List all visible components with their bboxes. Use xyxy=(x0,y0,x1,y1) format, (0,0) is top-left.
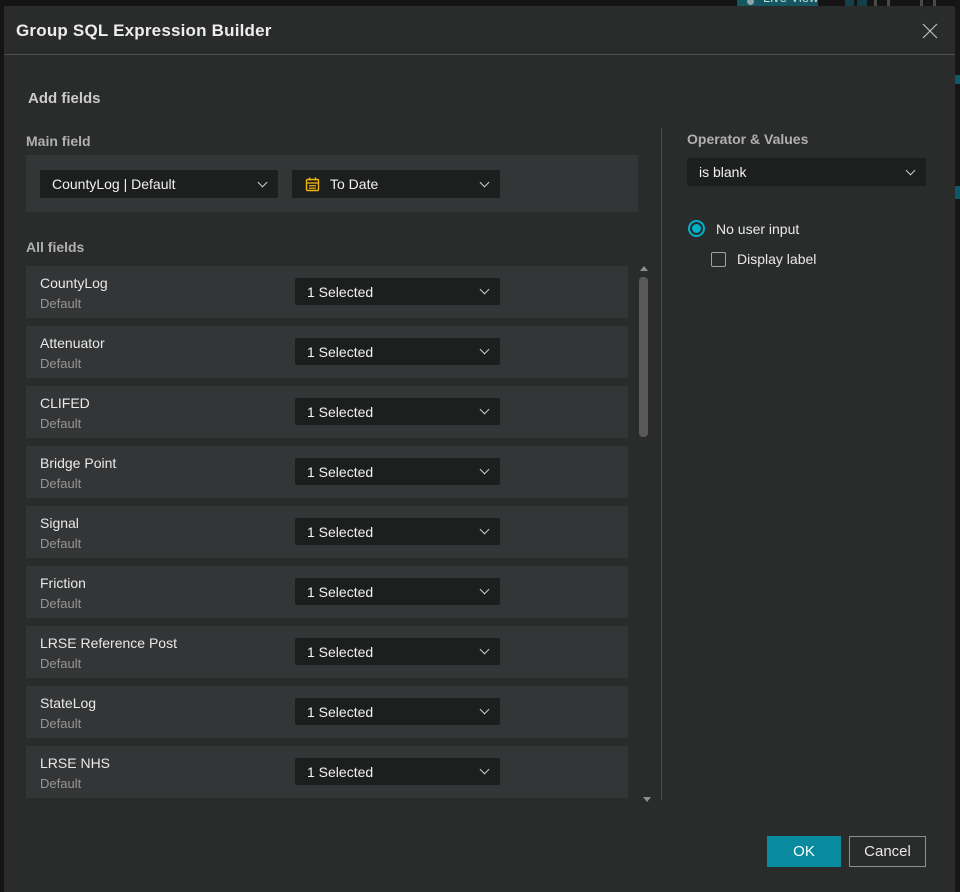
close-icon xyxy=(922,23,938,39)
field-subtitle: Default xyxy=(40,656,82,671)
panel-divider xyxy=(661,128,662,800)
chevron-down-icon xyxy=(479,644,490,655)
field-row: LRSE NHS Default 1 Selected xyxy=(26,746,628,798)
calendar-icon xyxy=(304,176,321,193)
group-sql-expression-builder-dialog: Group SQL Expression Builder Add fields … xyxy=(4,6,955,892)
field-name: Signal xyxy=(40,515,79,531)
chevron-down-icon xyxy=(479,764,490,775)
chevron-down-icon xyxy=(257,177,268,187)
field-row: Friction Default 1 Selected xyxy=(26,566,628,618)
radio-button[interactable] xyxy=(688,220,705,237)
field-selection-value: 1 Selected xyxy=(307,403,374,420)
chevron-down-icon xyxy=(479,344,490,355)
field-name: Attenuator xyxy=(40,335,105,351)
field-name: CountyLog xyxy=(40,275,108,291)
date-type-select-value: To Date xyxy=(330,176,379,192)
field-row: Attenuator Default 1 Selected xyxy=(26,326,628,378)
field-subtitle: Default xyxy=(40,716,82,731)
scroll-up-icon[interactable] xyxy=(640,266,648,271)
operator-values-label: Operator & Values xyxy=(687,131,809,147)
cancel-button[interactable]: Cancel xyxy=(849,836,926,867)
field-selection-dropdown[interactable]: 1 Selected xyxy=(295,518,500,545)
main-field-label: Main field xyxy=(26,133,91,149)
field-subtitle: Default xyxy=(40,356,82,371)
field-row: CountyLog Default 1 Selected xyxy=(26,266,628,318)
display-label-checkbox[interactable] xyxy=(711,251,726,267)
field-selection-dropdown[interactable]: 1 Selected xyxy=(295,398,500,425)
field-selection-dropdown[interactable]: 1 Selected xyxy=(295,338,500,365)
live-view-dot-icon xyxy=(747,0,754,5)
ok-button[interactable]: OK xyxy=(767,836,841,867)
background-right-edge xyxy=(955,0,960,892)
scrollbar-thumb[interactable] xyxy=(639,277,648,437)
close-button[interactable] xyxy=(919,20,941,42)
field-name: Friction xyxy=(40,575,86,591)
field-selection-dropdown[interactable]: 1 Selected xyxy=(295,578,500,605)
no-user-input-label: No user input xyxy=(716,220,800,237)
main-field-select-value: CountyLog | Default xyxy=(52,176,176,192)
field-selection-dropdown[interactable]: 1 Selected xyxy=(295,638,500,665)
all-fields-list: CountyLog Default 1 Selected Attenuator … xyxy=(26,266,628,806)
display-label-text: Display label xyxy=(737,251,817,267)
date-type-select[interactable]: To Date xyxy=(292,170,500,198)
field-selection-value: 1 Selected xyxy=(307,463,374,480)
background-edge-fragment xyxy=(955,75,960,84)
chevron-down-icon xyxy=(479,404,490,415)
field-selection-value: 1 Selected xyxy=(307,763,374,780)
chevron-down-icon xyxy=(479,584,490,595)
field-subtitle: Default xyxy=(40,596,82,611)
field-row: Signal Default 1 Selected xyxy=(26,506,628,558)
field-row: StateLog Default 1 Selected xyxy=(26,686,628,738)
background-edge-fragment xyxy=(955,186,960,199)
field-name: StateLog xyxy=(40,695,97,711)
chevron-down-icon xyxy=(479,284,490,295)
field-row: Bridge Point Default 1 Selected xyxy=(26,446,628,498)
display-label-checkbox-row[interactable]: Display label xyxy=(711,251,816,267)
fields-scrollbar[interactable] xyxy=(637,264,653,804)
field-selection-value: 1 Selected xyxy=(307,283,374,300)
main-field-panel: CountyLog | Default To Date xyxy=(26,155,638,212)
field-name: CLIFED xyxy=(40,395,90,411)
all-fields-label: All fields xyxy=(26,239,85,255)
field-subtitle: Default xyxy=(40,776,82,791)
operator-select-value: is blank xyxy=(699,164,747,180)
field-selection-dropdown[interactable]: 1 Selected xyxy=(295,698,500,725)
field-subtitle: Default xyxy=(40,536,82,551)
dialog-title: Group SQL Expression Builder xyxy=(16,21,272,40)
main-field-select[interactable]: CountyLog | Default xyxy=(40,170,278,198)
chevron-down-icon xyxy=(479,524,490,535)
field-selection-value: 1 Selected xyxy=(307,703,374,720)
field-name: Bridge Point xyxy=(40,455,117,471)
field-row: LRSE Reference Post Default 1 Selected xyxy=(26,626,628,678)
no-user-input-radio-row[interactable]: No user input xyxy=(688,220,799,237)
dialog-titlebar: Group SQL Expression Builder xyxy=(4,6,955,55)
chevron-down-icon xyxy=(479,177,490,187)
add-fields-heading: Add fields xyxy=(28,90,101,107)
operator-select[interactable]: is blank xyxy=(687,158,926,186)
chevron-down-icon xyxy=(479,704,490,715)
field-subtitle: Default xyxy=(40,416,82,431)
field-selection-dropdown[interactable]: 1 Selected xyxy=(295,758,500,785)
field-subtitle: Default xyxy=(40,476,82,491)
chevron-down-icon xyxy=(905,165,916,175)
field-subtitle: Default xyxy=(40,296,82,311)
field-selection-dropdown[interactable]: 1 Selected xyxy=(295,278,500,305)
scroll-down-icon[interactable] xyxy=(643,797,651,802)
field-selection-value: 1 Selected xyxy=(307,523,374,540)
field-row: CLIFED Default 1 Selected xyxy=(26,386,628,438)
live-view-label: Live View xyxy=(763,0,818,5)
chevron-down-icon xyxy=(479,464,490,475)
field-selection-value: 1 Selected xyxy=(307,343,374,360)
field-name: LRSE Reference Post xyxy=(40,635,177,651)
field-selection-value: 1 Selected xyxy=(307,583,374,600)
field-selection-value: 1 Selected xyxy=(307,643,374,660)
field-name: LRSE NHS xyxy=(40,755,111,771)
field-selection-dropdown[interactable]: 1 Selected xyxy=(295,458,500,485)
